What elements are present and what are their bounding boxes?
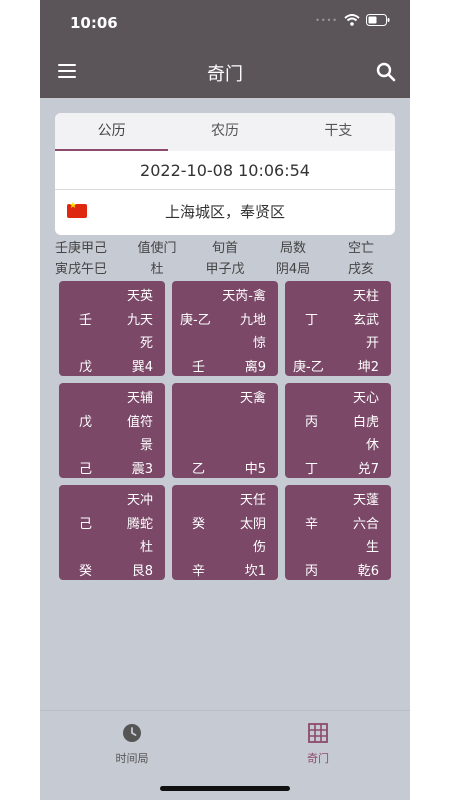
- palace-star: 天蓬: [352, 493, 379, 508]
- page-title: 奇门: [207, 64, 243, 85]
- info-header: 旬首: [211, 241, 238, 256]
- palace-cell[interactable]: 天芮-禽 庚-乙 九地 惊 壬 离9: [172, 281, 278, 376]
- palace-cell[interactable]: 天辅 戊 值符 景 己 震3: [59, 383, 165, 478]
- palace-earth-stem: 戊: [79, 360, 93, 375]
- battery-icon: [366, 14, 390, 26]
- palace-star: 天英: [126, 289, 153, 304]
- palace-trigram: 离9: [244, 360, 266, 375]
- palace-star: 天禽: [239, 391, 266, 406]
- chart-info: 壬庚甲己 值使门 旬首 局数 空亡 寅戌午巳 杜 甲子戊 阴4局 戌亥: [55, 237, 395, 279]
- palace-god: 太阴: [239, 517, 266, 532]
- info-value: 阴4局: [275, 262, 311, 277]
- palace-earth-stem: 乙: [192, 462, 206, 477]
- palace-trigram: 中5: [244, 462, 266, 477]
- palace-door: 开: [365, 336, 379, 351]
- phone-screen: 10:06 •••• 奇门 公历 农历 干支 2022-10-08 10:06:…: [40, 0, 410, 800]
- info-value-row: 寅戌午巳 杜 甲子戊 阴4局 戌亥: [55, 258, 395, 277]
- palace-star: 天任: [239, 493, 266, 508]
- info-header: 局数: [279, 241, 306, 256]
- info-header-row: 壬庚甲己 值使门 旬首 局数 空亡: [55, 237, 395, 256]
- palace-door: 惊: [252, 336, 266, 351]
- status-time: 10:06: [70, 14, 118, 32]
- status-bar: 10:06 ••••: [40, 0, 410, 46]
- palace-earth-stem: 辛: [192, 564, 206, 579]
- palace-door: 休: [365, 438, 379, 453]
- info-header: 空亡: [347, 241, 374, 256]
- tab-label: 奇门: [307, 752, 329, 765]
- info-value: 寅戌午巳: [55, 262, 108, 277]
- palace-earth-stem: 庚-乙: [293, 360, 324, 375]
- info-value: 杜: [150, 262, 164, 277]
- palace-cell[interactable]: 天柱 丁 玄武 开 庚-乙 坤2: [285, 281, 391, 376]
- palace-god: 九地: [239, 313, 266, 328]
- location-city: 上海城区，奉贤区: [164, 203, 285, 221]
- status-icons: ••••: [315, 14, 390, 26]
- palace-cell[interactable]: 天任 癸 太阴 伤 辛 坎1: [172, 485, 278, 580]
- navigation-bar: 奇门: [40, 46, 410, 98]
- info-header: 壬庚甲己: [55, 241, 108, 256]
- palace-trigram: 震3: [131, 462, 153, 477]
- palace-cell[interactable]: 天禽 乙 中5: [172, 383, 278, 478]
- palace-door: 死: [139, 336, 153, 351]
- palace-earth-stem: 丁: [305, 462, 319, 477]
- input-card: 公历 农历 干支 2022-10-08 10:06:54 上海城区，奉贤区 ★: [55, 113, 395, 235]
- palace-cell[interactable]: 天冲 己 腾蛇 杜 癸 艮8: [59, 485, 165, 580]
- palace-stem: 丁: [305, 313, 319, 328]
- palace-stem: 癸: [192, 517, 206, 532]
- cellular-signal-icon: ••••: [315, 15, 338, 25]
- palace-god: 九天: [126, 313, 153, 328]
- palace-trigram: 兑7: [357, 462, 379, 477]
- tab-gregorian[interactable]: 公历: [55, 113, 169, 151]
- palace-trigram: 坤2: [357, 360, 379, 375]
- palace-god: 白虎: [352, 415, 379, 430]
- palace-god: 值符: [126, 415, 153, 430]
- palace-trigram: 巽4: [131, 360, 153, 375]
- grid-icon: [308, 723, 328, 743]
- palace-trigram: 艮8: [131, 564, 153, 579]
- location-field[interactable]: 上海城区，奉贤区 ★: [55, 190, 395, 235]
- palace-star: 天心: [352, 391, 379, 406]
- palace-stem: 戊: [79, 415, 93, 430]
- info-header: 值使门: [137, 241, 177, 256]
- wifi-icon: [344, 14, 360, 26]
- palace-trigram: 乾6: [357, 564, 379, 579]
- tab-qimen[interactable]: 奇门: [258, 723, 378, 766]
- palace-door: 生: [365, 540, 379, 555]
- home-indicator: [160, 786, 290, 791]
- tab-label: 时间局: [115, 752, 149, 765]
- datetime-field[interactable]: 2022-10-08 10:06:54: [55, 153, 395, 190]
- china-flag-icon: ★: [67, 201, 87, 218]
- palace-stem: 丙: [305, 415, 319, 430]
- palace-cell[interactable]: 天心 丙 白虎 休 丁 兑7: [285, 383, 391, 478]
- palace-door: 杜: [139, 540, 153, 555]
- calendar-tabs: 公历 农历 干支: [55, 113, 395, 151]
- palace-star: 天芮-禽: [222, 289, 266, 304]
- palace-earth-stem: 丙: [305, 564, 319, 579]
- palace-door: 伤: [252, 540, 266, 555]
- info-value: 戌亥: [347, 262, 374, 277]
- tab-lunar[interactable]: 农历: [168, 113, 281, 151]
- palace-star: 天柱: [352, 289, 379, 304]
- palace-cell[interactable]: 天英 壬 九天 死 戊 巽4: [59, 281, 165, 376]
- palace-cell[interactable]: 天蓬 辛 六合 生 丙 乾6: [285, 485, 391, 580]
- clock-icon: [123, 724, 141, 742]
- palace-earth-stem: 己: [79, 462, 93, 477]
- tab-time-chart[interactable]: 时间局: [72, 723, 192, 766]
- palace-door: 景: [139, 438, 153, 453]
- info-value: 甲子戊: [205, 262, 245, 277]
- palace-trigram: 坎1: [244, 564, 266, 579]
- palace-god: 腾蛇: [126, 517, 153, 532]
- palace-god: 六合: [352, 517, 379, 532]
- palace-stem: 辛: [305, 517, 319, 532]
- palace-star: 天冲: [126, 493, 153, 508]
- tab-ganzhi[interactable]: 干支: [282, 113, 395, 151]
- palace-god: 玄武: [352, 313, 379, 328]
- palace-earth-stem: 壬: [192, 360, 206, 375]
- palace-stem: 壬: [79, 313, 93, 328]
- palace-earth-stem: 癸: [79, 564, 93, 579]
- palace-star: 天辅: [126, 391, 153, 406]
- palace-stem: 己: [79, 517, 93, 532]
- search-icon[interactable]: [376, 62, 396, 82]
- palace-stem: 庚-乙: [180, 313, 211, 328]
